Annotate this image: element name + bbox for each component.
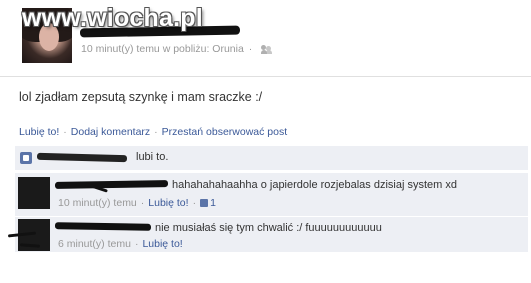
- action-separator: ·: [154, 126, 158, 138]
- comment-text: hahahahahaahha o japierdole rozjebalas d…: [172, 179, 457, 191]
- like-count: 1: [210, 197, 216, 209]
- post-timestamp[interactable]: 10 minut(y) temu w pobliżu: Orunia: [81, 43, 244, 55]
- status-text: lol zjadłam zepsutą szynkę i mam sraczke…: [19, 90, 263, 104]
- liker-name-redacted[interactable]: [36, 152, 128, 163]
- comment: hahahahahaahha o japierdole rozjebalas d…: [15, 172, 528, 216]
- comment: nie musiałaś się tym chwalić :/ fuuuuuuu…: [15, 216, 528, 252]
- commenter-avatar[interactable]: [18, 177, 50, 209]
- thumbs-up-icon: [200, 199, 209, 207]
- comment-separator: ·: [192, 197, 197, 209]
- likes-text: lubi to.: [136, 151, 169, 163]
- comment-meta: 10 minut(y) temu · Lubię to! · 1: [58, 197, 216, 209]
- post-actions: Lubię to! · Dodaj komentarz · Przestań obser…: [19, 126, 287, 138]
- thumbs-up-icon: [20, 152, 32, 164]
- likes-row: lubi to.: [15, 146, 528, 170]
- commenter-name-redacted[interactable]: [54, 180, 169, 189]
- post-meta: 10 minut(y) temu w pobliżu: Orunia ·: [81, 43, 273, 55]
- comment-like-link[interactable]: Lubię to!: [142, 238, 182, 250]
- comment-separator: ·: [134, 238, 139, 250]
- audience-icon[interactable]: [261, 44, 273, 54]
- comment-like-link[interactable]: Lubię to!: [148, 197, 188, 209]
- commenter-name-redacted[interactable]: [54, 222, 152, 231]
- comment-text: nie musiałaś się tym chwalić :/ fuuuuuuu…: [155, 222, 382, 234]
- comment-like-count[interactable]: 1: [200, 197, 216, 209]
- comment-meta: 6 minut(y) temu · Lubię to!: [58, 238, 183, 250]
- header-divider: [0, 76, 531, 77]
- meta-separator: ·: [248, 43, 253, 55]
- action-separator: ·: [63, 126, 67, 138]
- comment-timestamp[interactable]: 6 minut(y) temu: [58, 238, 131, 250]
- watermark: www.wiocha.pl: [22, 4, 203, 32]
- comment-timestamp[interactable]: 10 minut(y) temu: [58, 197, 137, 209]
- add-comment-link[interactable]: Dodaj komentarz: [71, 126, 150, 138]
- unfollow-link[interactable]: Przestań obserwować post: [162, 126, 287, 138]
- comment-separator: ·: [140, 197, 145, 209]
- like-link[interactable]: Lubię to!: [19, 126, 59, 138]
